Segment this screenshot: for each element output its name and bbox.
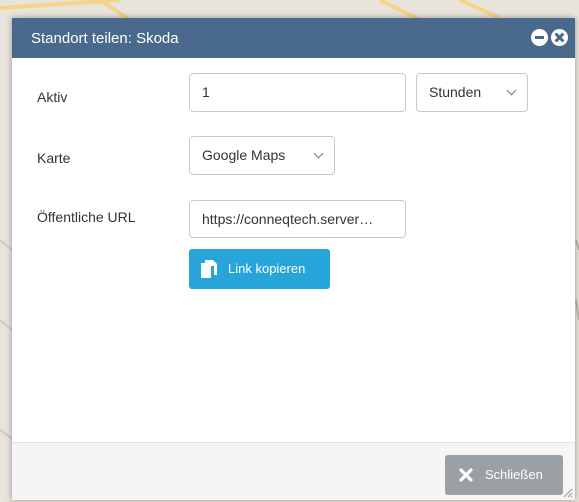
- chevron-down-icon: [506, 85, 517, 96]
- public-url-field[interactable]: https://conneqtech.server…: [189, 200, 406, 238]
- minimize-icon[interactable]: [531, 29, 548, 46]
- chevron-down-icon: [313, 148, 324, 159]
- dialog-titlebar[interactable]: Standort teilen: Skoda: [12, 18, 575, 58]
- copy-link-label: Link kopieren: [228, 261, 306, 276]
- karte-label: Karte: [37, 150, 71, 166]
- dialog-title: Standort teilen: Skoda: [31, 30, 179, 47]
- aktiv-unit-value: Stunden: [429, 84, 482, 100]
- close-x-icon: [459, 468, 473, 482]
- copy-icon: [201, 260, 217, 278]
- karte-select[interactable]: Google Maps: [189, 136, 335, 175]
- aktiv-unit-select[interactable]: Stunden: [416, 73, 528, 112]
- close-button[interactable]: Schließen: [445, 455, 563, 495]
- aktiv-label: Aktiv: [37, 89, 68, 105]
- share-location-dialog: Standort teilen: Skoda Aktiv 1 Stunden K…: [12, 18, 575, 500]
- dialog-footer: Schließen: [12, 442, 575, 500]
- copy-link-button[interactable]: Link kopieren: [189, 249, 330, 289]
- aktiv-input[interactable]: 1: [189, 73, 406, 112]
- url-label: Öffentliche URL: [37, 209, 136, 225]
- resize-handle-icon[interactable]: [563, 488, 573, 498]
- close-icon[interactable]: [551, 29, 568, 46]
- karte-value: Google Maps: [202, 147, 286, 163]
- close-button-label: Schließen: [485, 467, 543, 482]
